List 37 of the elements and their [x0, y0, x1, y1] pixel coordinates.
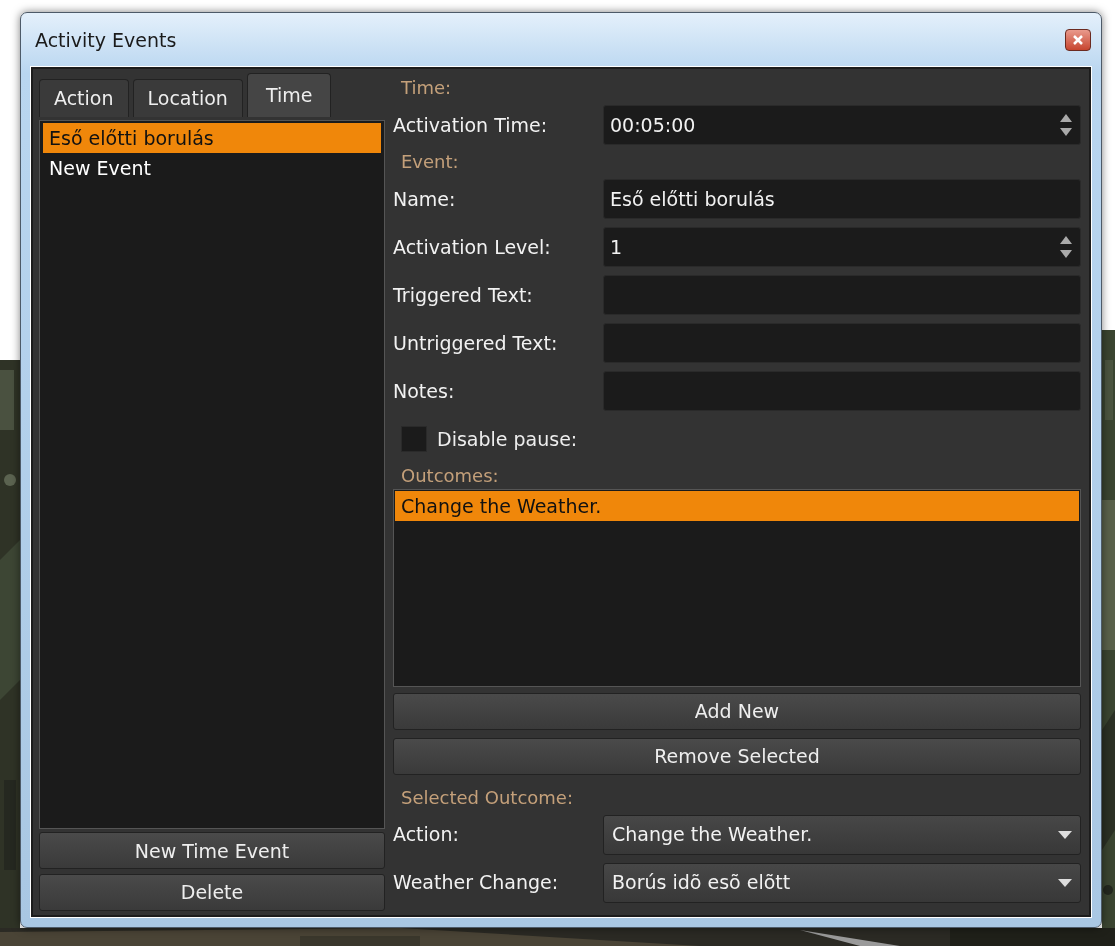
input-field[interactable]: Eső előtti borulás: [603, 179, 1081, 219]
input-field[interactable]: [603, 275, 1081, 315]
field-label: Action:: [393, 822, 460, 848]
section-label: Event:: [400, 150, 460, 174]
dropdown-caret-icon: [1058, 830, 1072, 839]
event-list-item[interactable]: New Event: [43, 153, 381, 183]
dropdown[interactable]: Change the Weather.: [603, 814, 1081, 855]
field-label: Activation Level:: [393, 234, 552, 260]
tab[interactable]: Time: [246, 73, 332, 117]
event-list-item[interactable]: Eső előtti borulás: [43, 123, 381, 153]
section-label: Outcomes:: [400, 464, 500, 488]
tab[interactable]: Action: [39, 79, 129, 117]
dropdown[interactable]: Borús idõ esõ elõtt: [603, 862, 1081, 903]
input-field[interactable]: [603, 371, 1081, 411]
window-title: Activity Events: [34, 27, 177, 53]
spin-box[interactable]: 1: [603, 227, 1081, 267]
dropdown-caret-icon: [1058, 878, 1072, 887]
section-label: Time:: [400, 76, 453, 100]
outcome-list-item[interactable]: Change the Weather.: [395, 491, 1079, 521]
field-label: Notes:: [393, 378, 456, 404]
push-button[interactable]: New Time Event: [39, 832, 385, 870]
section-label: Selected Outcome:: [400, 785, 574, 810]
field-label: Activation Time:: [393, 112, 549, 138]
spin-box[interactable]: 00:05:00: [603, 105, 1081, 145]
checkbox-label: Disable pause:: [437, 426, 578, 452]
input-field[interactable]: [603, 323, 1081, 363]
field-label: Name:: [393, 186, 457, 212]
tab[interactable]: Location: [132, 79, 243, 117]
close-icon: [1072, 34, 1084, 46]
field-label: Untriggered Text:: [393, 330, 559, 356]
push-button[interactable]: Add New: [393, 693, 1081, 730]
push-button[interactable]: Delete: [39, 874, 385, 911]
close-button[interactable]: [1065, 29, 1091, 51]
field-label: Triggered Text:: [393, 282, 534, 308]
checkbox[interactable]: [401, 426, 427, 452]
field-label: Weather Change:: [393, 870, 560, 896]
push-button[interactable]: Remove Selected: [393, 738, 1081, 775]
